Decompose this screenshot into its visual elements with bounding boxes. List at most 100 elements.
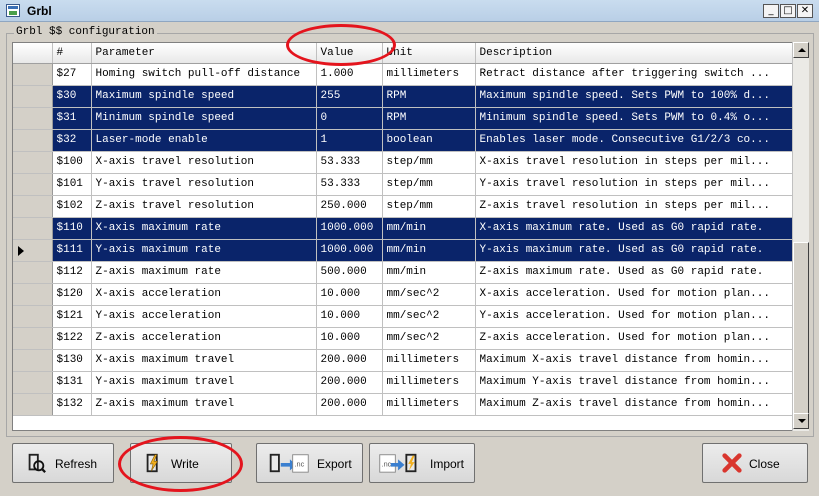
table-row[interactable]: $130 X-axis maximum travel 200.000 millimet… bbox=[13, 349, 794, 372]
cell-number[interactable]: $121 bbox=[52, 305, 92, 328]
cell-parameter[interactable]: Y-axis maximum rate bbox=[91, 239, 317, 262]
cell-parameter[interactable]: Z-axis maximum rate bbox=[91, 261, 317, 284]
row-header[interactable] bbox=[13, 239, 53, 262]
cell-value[interactable]: 10.000 bbox=[316, 305, 383, 328]
cell-description[interactable]: X-axis acceleration. Used for motion pla… bbox=[475, 283, 794, 306]
cell-number[interactable]: $112 bbox=[52, 261, 92, 284]
maximize-button[interactable]: □ bbox=[780, 4, 796, 18]
table-row[interactable]: $30 Maximum spindle speed 255 RPM Maximum sp… bbox=[13, 85, 794, 108]
cell-description[interactable]: X-axis maximum rate. Used as G0 rapid ra… bbox=[475, 217, 794, 240]
row-header[interactable] bbox=[13, 129, 53, 152]
table-row[interactable]: $102 Z-axis travel resolution 250.000 step/… bbox=[13, 195, 794, 218]
table-row[interactable]: $31 Minimum spindle speed 0 RPM Minimum spin… bbox=[13, 107, 794, 130]
cell-description[interactable]: Enables laser mode. Consecutive G1/2/3 c… bbox=[475, 129, 794, 152]
scroll-up-button[interactable] bbox=[793, 42, 809, 58]
cell-description[interactable]: Retract distance after triggering switch… bbox=[475, 63, 794, 86]
cell-value[interactable]: 500.000 bbox=[316, 261, 383, 284]
row-header[interactable] bbox=[13, 85, 53, 108]
row-header[interactable] bbox=[13, 283, 53, 306]
row-header[interactable] bbox=[13, 371, 53, 394]
close-window-button[interactable]: ✕ bbox=[797, 4, 813, 18]
table-row[interactable]: $112 Z-axis maximum rate 500.000 mm/min Z-ax… bbox=[13, 261, 794, 284]
minimize-button[interactable]: _ bbox=[763, 4, 779, 18]
column-header-parameter[interactable]: Parameter bbox=[91, 43, 317, 64]
write-button[interactable]: Write bbox=[130, 443, 232, 483]
cell-unit[interactable]: mm/sec^2 bbox=[382, 283, 476, 306]
cell-description[interactable]: Z-axis acceleration. Used for motion pla… bbox=[475, 327, 794, 350]
cell-parameter[interactable]: X-axis acceleration bbox=[91, 283, 317, 306]
cell-unit[interactable]: step/mm bbox=[382, 173, 476, 196]
cell-number[interactable]: $110 bbox=[52, 217, 92, 240]
cell-parameter[interactable]: X-axis maximum rate bbox=[91, 217, 317, 240]
vertical-scrollbar[interactable] bbox=[792, 42, 809, 431]
cell-value[interactable]: 10.000 bbox=[316, 283, 383, 306]
cell-parameter[interactable]: Homing switch pull-off distance bbox=[91, 63, 317, 86]
cell-description[interactable]: Y-axis travel resolution in steps per mi… bbox=[475, 173, 794, 196]
row-header[interactable] bbox=[13, 217, 53, 240]
cell-value[interactable]: 200.000 bbox=[316, 393, 383, 416]
cell-number[interactable]: $30 bbox=[52, 85, 92, 108]
column-header-unit[interactable]: Unit bbox=[382, 43, 476, 64]
column-header-number[interactable]: # bbox=[52, 43, 92, 64]
scroll-down-button[interactable] bbox=[793, 413, 809, 429]
cell-value[interactable]: 0 bbox=[316, 107, 383, 130]
cell-parameter[interactable]: Y-axis travel resolution bbox=[91, 173, 317, 196]
cell-description[interactable]: Maximum X-axis travel distance from homi… bbox=[475, 349, 794, 372]
cell-unit[interactable]: millimeters bbox=[382, 393, 476, 416]
cell-number[interactable]: $130 bbox=[52, 349, 92, 372]
table-row[interactable]: $101 Y-axis travel resolution 53.333 step/m… bbox=[13, 173, 794, 196]
close-button[interactable]: Close bbox=[702, 443, 808, 483]
cell-unit[interactable]: boolean bbox=[382, 129, 476, 152]
cell-value[interactable]: 1000.000 bbox=[316, 217, 383, 240]
row-header[interactable] bbox=[13, 349, 53, 372]
table-row[interactable]: $122 Z-axis acceleration 10.000 mm/sec^2 Z-a… bbox=[13, 327, 794, 350]
column-header-description[interactable]: Description bbox=[475, 43, 794, 64]
cell-number[interactable]: $101 bbox=[52, 173, 92, 196]
cell-parameter[interactable]: X-axis maximum travel bbox=[91, 349, 317, 372]
row-header[interactable] bbox=[13, 393, 53, 416]
cell-value[interactable]: 255 bbox=[316, 85, 383, 108]
cell-unit[interactable]: RPM bbox=[382, 107, 476, 130]
cell-number[interactable]: $100 bbox=[52, 151, 92, 174]
cell-unit[interactable]: RPM bbox=[382, 85, 476, 108]
table-row[interactable]: $111 Y-axis maximum rate 1000.000 mm/min Y-a… bbox=[13, 239, 794, 262]
cell-value[interactable]: 1.000 bbox=[316, 63, 383, 86]
import-button[interactable]: .nc Import bbox=[369, 443, 475, 483]
cell-value[interactable]: 200.000 bbox=[316, 371, 383, 394]
cell-parameter[interactable]: Laser-mode enable bbox=[91, 129, 317, 152]
table-row[interactable]: $120 X-axis acceleration 10.000 mm/sec^2 X-a… bbox=[13, 283, 794, 306]
cell-value[interactable]: 200.000 bbox=[316, 349, 383, 372]
cell-parameter[interactable]: Z-axis acceleration bbox=[91, 327, 317, 350]
row-header[interactable] bbox=[13, 63, 53, 86]
cell-number[interactable]: $32 bbox=[52, 129, 92, 152]
scroll-thumb[interactable] bbox=[793, 242, 809, 414]
cell-unit[interactable]: step/mm bbox=[382, 195, 476, 218]
cell-unit[interactable]: mm/min bbox=[382, 217, 476, 240]
row-header[interactable] bbox=[13, 151, 53, 174]
cell-parameter[interactable]: Y-axis maximum travel bbox=[91, 371, 317, 394]
cell-unit[interactable]: mm/sec^2 bbox=[382, 327, 476, 350]
cell-number[interactable]: $27 bbox=[52, 63, 92, 86]
table-row[interactable]: $132 Z-axis maximum travel 200.000 millimet… bbox=[13, 393, 794, 416]
row-header[interactable] bbox=[13, 195, 53, 218]
cell-unit[interactable]: mm/min bbox=[382, 239, 476, 262]
cell-unit[interactable]: millimeters bbox=[382, 371, 476, 394]
cell-value[interactable]: 10.000 bbox=[316, 327, 383, 350]
cell-number[interactable]: $132 bbox=[52, 393, 92, 416]
cell-unit[interactable]: step/mm bbox=[382, 151, 476, 174]
cell-unit[interactable]: millimeters bbox=[382, 349, 476, 372]
cell-value[interactable]: 1 bbox=[316, 129, 383, 152]
cell-number[interactable]: $102 bbox=[52, 195, 92, 218]
cell-description[interactable]: Maximum Y-axis travel distance from homi… bbox=[475, 371, 794, 394]
cell-parameter[interactable]: Maximum spindle speed bbox=[91, 85, 317, 108]
cell-value[interactable]: 53.333 bbox=[316, 173, 383, 196]
cell-unit[interactable]: mm/min bbox=[382, 261, 476, 284]
cell-value[interactable]: 53.333 bbox=[316, 151, 383, 174]
table-row[interactable]: $32 Laser-mode enable 1 boolean Enables lase… bbox=[13, 129, 794, 152]
table-row[interactable]: $110 X-axis maximum rate 1000.000 mm/min X-a… bbox=[13, 217, 794, 240]
cell-description[interactable]: Y-axis maximum rate. Used as G0 rapid ra… bbox=[475, 239, 794, 262]
cell-description[interactable]: X-axis travel resolution in steps per mi… bbox=[475, 151, 794, 174]
cell-description[interactable]: Z-axis travel resolution in steps per mi… bbox=[475, 195, 794, 218]
row-header[interactable] bbox=[13, 261, 53, 284]
cell-parameter[interactable]: Y-axis acceleration bbox=[91, 305, 317, 328]
